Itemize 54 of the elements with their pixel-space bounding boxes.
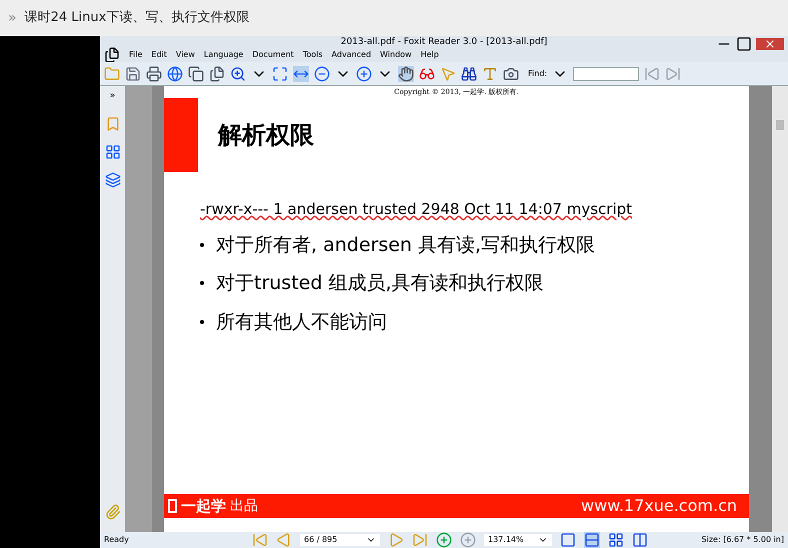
bullet-text: 对于所有者, andersen 具有读,写和执行权限: [216, 232, 596, 258]
menu-item[interactable]: Edit: [151, 49, 167, 61]
layers-icon[interactable]: [104, 172, 120, 188]
menu-item[interactable]: Tools: [302, 49, 323, 61]
single-page-icon[interactable]: [560, 532, 576, 548]
page-field[interactable]: 66 / 895: [300, 534, 380, 546]
hand-icon[interactable]: [398, 66, 414, 82]
collapse-toggle[interactable]: »: [110, 90, 116, 104]
document-icon[interactable]: [104, 47, 120, 63]
menu-item[interactable]: Advanced: [332, 49, 372, 61]
continuous-facing-icon[interactable]: [632, 532, 648, 548]
menu-item[interactable]: View: [176, 49, 195, 61]
facing-icon[interactable]: [608, 532, 624, 548]
footer-url: www.17xue.com.cn: [581, 495, 737, 517]
window-title: 2013-all.pdf - Foxit Reader 3.0 - [2013-all.pdf]: [340, 38, 548, 46]
restore-icon[interactable]: [736, 36, 752, 52]
fit-width-icon[interactable]: [293, 66, 309, 82]
printer-icon[interactable]: [146, 66, 162, 82]
fit-page-icon[interactable]: [272, 66, 288, 82]
zoom-field[interactable]: 137.14%: [484, 534, 552, 546]
find-label: Find:: [528, 68, 548, 80]
lesson-title: 课时24 Linux下读、写、执行文件权限: [24, 9, 250, 28]
bullet-text: 对于trusted 组成员,具有读和执行权限: [216, 271, 544, 296]
logo-icon: [168, 499, 177, 513]
globe-icon[interactable]: [167, 66, 183, 82]
save-icon[interactable]: [125, 66, 141, 82]
camera-icon[interactable]: [503, 66, 519, 82]
binoculars-icon[interactable]: [461, 66, 477, 82]
menu-item[interactable]: Window: [380, 49, 412, 61]
breadcrumb-marker: »: [8, 9, 17, 28]
command-line: -rwxr-x--- 1 andersen trusted 2948 Oct 11 14:07 myscript: [200, 199, 634, 220]
slide-title: 解析权限: [218, 120, 314, 151]
close-icon: [764, 38, 776, 50]
bullet-text: 所有其他人不能访问: [216, 310, 387, 334]
zoom-in-icon[interactable]: [230, 66, 246, 82]
menu-item[interactable]: Document: [252, 49, 294, 61]
zoom-out-icon[interactable]: [314, 66, 330, 82]
page-size: Size: [6.67 * 5.00 in]: [702, 534, 784, 546]
thumbnails-icon[interactable]: [104, 144, 120, 160]
menu-item[interactable]: Help: [420, 49, 439, 61]
glasses-icon[interactable]: [419, 66, 435, 82]
zoom-plus-icon[interactable]: [356, 66, 372, 82]
close-button[interactable]: [756, 38, 784, 50]
copy-icon[interactable]: [188, 66, 204, 82]
text-icon[interactable]: [482, 66, 498, 82]
menu-item[interactable]: File: [129, 49, 142, 61]
menu-item[interactable]: Language: [204, 49, 244, 61]
footer-suffix: 出品: [230, 496, 258, 516]
paperclip-icon[interactable]: [104, 504, 120, 520]
find-field[interactable]: [573, 66, 640, 80]
status-text: Ready: [104, 534, 130, 546]
pages-icon[interactable]: [209, 66, 225, 82]
continuous-icon[interactable]: [584, 532, 600, 548]
footer-brand: 一起学: [181, 496, 226, 517]
